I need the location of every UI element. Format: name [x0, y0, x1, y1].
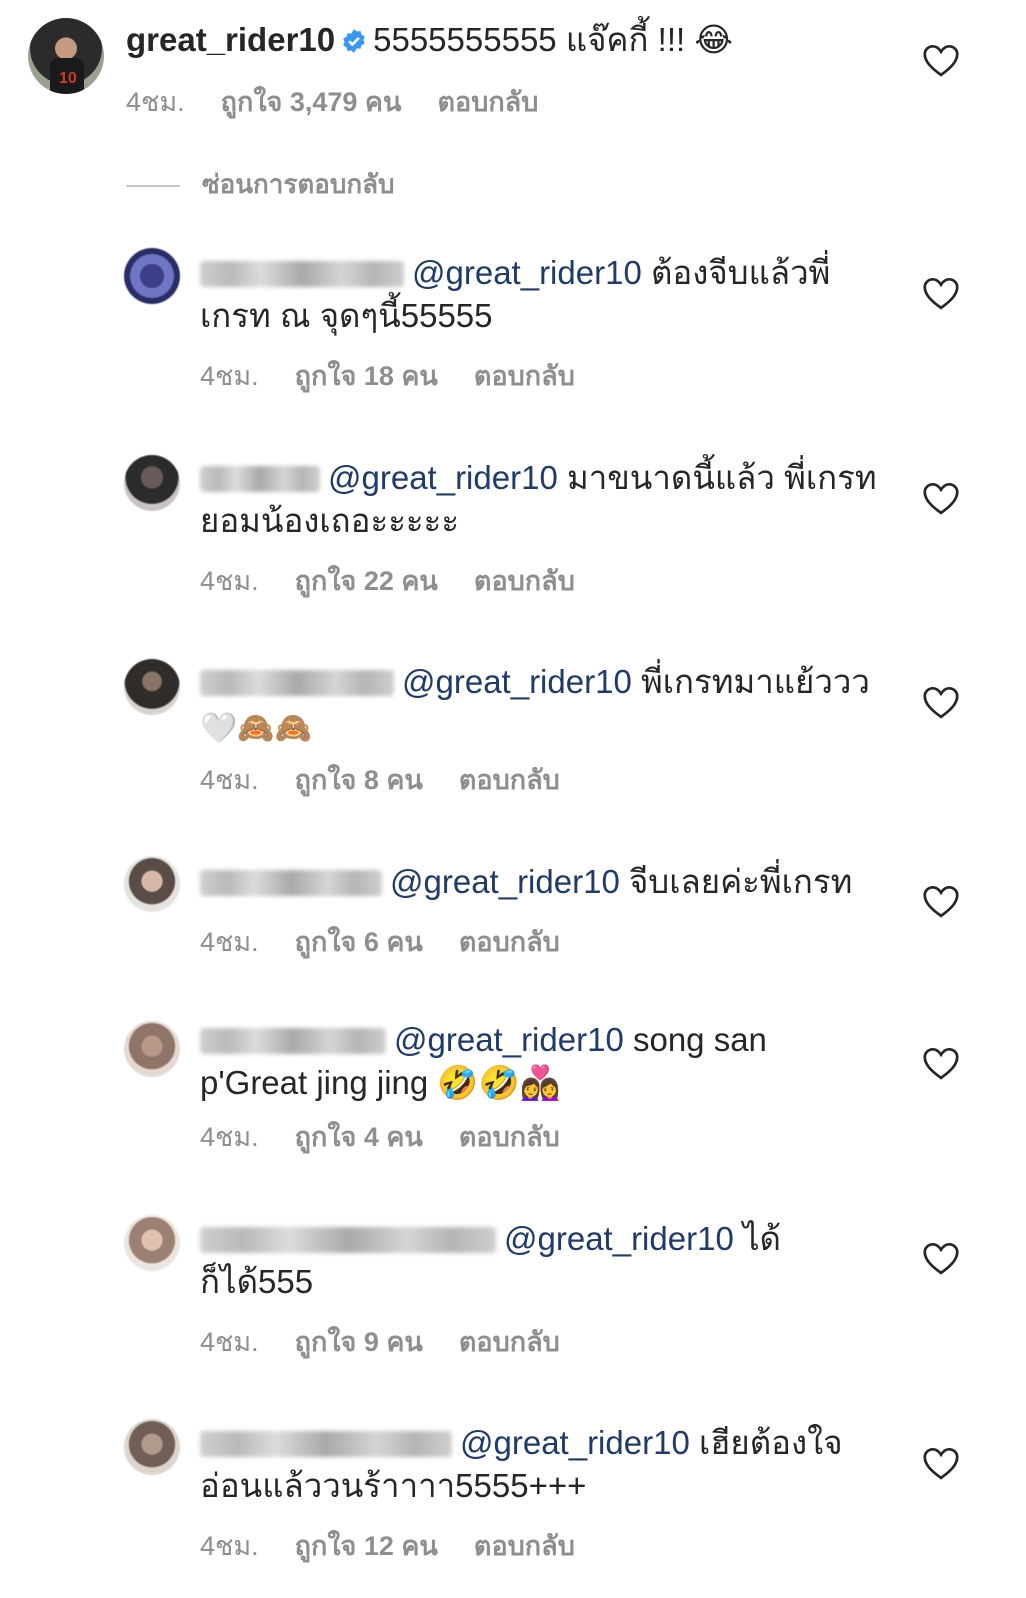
- avatar[interactable]: [124, 856, 180, 912]
- reply-button[interactable]: ตอบกลับ: [474, 566, 575, 596]
- comment-text: มาขนาดนี้แล้ว พี่เกรท: [557, 459, 877, 496]
- mention-link[interactable]: @great_rider10: [402, 663, 632, 700]
- likes-count[interactable]: ถูกใจ 3,479 คน: [221, 87, 402, 117]
- comment-text: ต้องจีบแล้วพี่: [641, 254, 831, 291]
- reply-button[interactable]: ตอบกลับ: [474, 361, 575, 391]
- timestamp: 4ชม.: [200, 566, 259, 596]
- comment-meta: 4ชม. ถูกใจ 9 คน ตอบกลับ: [200, 1320, 596, 1363]
- avatar[interactable]: [124, 659, 180, 715]
- avatar[interactable]: 10: [28, 18, 104, 94]
- blurred-username: [200, 466, 320, 492]
- heart-icon[interactable]: [922, 686, 960, 720]
- reply-button[interactable]: ตอบกลับ: [474, 1531, 575, 1561]
- hide-replies-button[interactable]: ซ่อนการตอบกลับ: [126, 164, 395, 205]
- heart-icon[interactable]: [922, 482, 960, 516]
- timestamp: 4ชม.: [126, 87, 185, 117]
- avatar[interactable]: [124, 455, 180, 511]
- heart-icon[interactable]: [922, 1242, 960, 1276]
- blurred-username: [200, 870, 382, 896]
- comment-body: @great_rider10 จีบเลยค่ะพี่เกรท: [200, 860, 900, 903]
- emoji-line: 🤍🙈🙈: [200, 711, 313, 746]
- avatar[interactable]: [124, 248, 180, 304]
- timestamp: 4ชม.: [200, 361, 259, 391]
- comment-body: @great_rider10 ต้องจีบแล้วพี่เกรท ณ จุดๆ…: [200, 251, 900, 337]
- reply-button[interactable]: ตอบกลับ: [437, 87, 538, 117]
- comment-text-line2: ยอมน้องเถอะะะะะ: [200, 502, 460, 539]
- likes-count[interactable]: ถูกใจ 9 คน: [295, 1327, 423, 1357]
- mention-link[interactable]: @great_rider10: [412, 254, 642, 291]
- blurred-username: [200, 670, 394, 696]
- comment-text: จีบเลยค่ะพี่เกรท: [619, 863, 853, 900]
- comment-text: song san: [623, 1021, 767, 1058]
- comment-meta: 4ชม. ถูกใจ 8 คน ตอบกลับ: [200, 758, 596, 801]
- comment-meta: 4ชม. ถูกใจ 18 คน ตอบกลับ: [200, 354, 611, 397]
- likes-count[interactable]: ถูกใจ 6 คน: [295, 927, 423, 957]
- heart-icon[interactable]: [922, 44, 960, 78]
- likes-count[interactable]: ถูกใจ 18 คน: [295, 361, 438, 391]
- avatar[interactable]: [124, 1215, 180, 1271]
- likes-count[interactable]: ถูกใจ 8 คน: [295, 765, 423, 795]
- blurred-username: [200, 1227, 496, 1253]
- comment-body: @great_rider10 ได้ก็ได้555: [200, 1217, 900, 1303]
- reply-button[interactable]: ตอบกลับ: [459, 1327, 560, 1357]
- timestamp: 4ชม.: [200, 765, 259, 795]
- blurred-username: [200, 261, 404, 287]
- comment-text-line2: ก็ได้555: [200, 1263, 314, 1300]
- comment-text-line2: p'Great jing jing 🤣🤣👩‍❤️‍👩: [200, 1064, 561, 1101]
- comment-text-line2: อ่อนแล้ววนร้าาาา5555+++: [200, 1467, 587, 1504]
- comment-text: เฮียต้องใจ: [689, 1424, 843, 1461]
- mention-link[interactable]: @great_rider10: [394, 1021, 624, 1058]
- comment-text: พี่เกรทมาแย้ววว: [631, 663, 870, 700]
- hide-replies-label: ซ่อนการตอบกลับ: [202, 169, 395, 199]
- comment-body: great_rider10 5555555555 แจ๊คกี้ !!! 😂: [126, 18, 733, 61]
- comment-body: @great_rider10 มาขนาดนี้แล้ว พี่เกรทยอมน…: [200, 456, 900, 542]
- comment-meta: 4ชม. ถูกใจ 22 คน ตอบกลับ: [200, 559, 611, 602]
- avatar-number: 10: [59, 70, 77, 87]
- likes-count[interactable]: ถูกใจ 22 คน: [295, 566, 438, 596]
- comment-body: @great_rider10 เฮียต้องใจอ่อนแล้ววนร้าาา…: [200, 1421, 900, 1507]
- avatar[interactable]: [124, 1021, 180, 1077]
- heart-icon[interactable]: [922, 277, 960, 311]
- mention-link[interactable]: @great_rider10: [460, 1424, 690, 1461]
- comment-meta: 4ชม. ถูกใจ 3,479 คน ตอบกลับ: [126, 80, 574, 123]
- comment-text: ได้: [733, 1220, 781, 1257]
- heart-icon[interactable]: [922, 885, 960, 919]
- timestamp: 4ชม.: [200, 1122, 259, 1152]
- blurred-username: [200, 1431, 452, 1457]
- likes-count[interactable]: ถูกใจ 12 คน: [295, 1531, 438, 1561]
- heart-icon[interactable]: [922, 1447, 960, 1481]
- reply-button[interactable]: ตอบกลับ: [459, 1122, 560, 1152]
- comment-meta: 4ชม. ถูกใจ 4 คน ตอบกลับ: [200, 1115, 596, 1158]
- comment-meta: 4ชม. ถูกใจ 6 คน ตอบกลับ: [200, 920, 596, 963]
- reply-button[interactable]: ตอบกลับ: [459, 927, 560, 957]
- comment-body: @great_rider10 song san p'Great jing jing…: [200, 1018, 900, 1104]
- heart-icon[interactable]: [922, 1047, 960, 1081]
- likes-count[interactable]: ถูกใจ 4 คน: [295, 1122, 423, 1152]
- timestamp: 4ชม.: [200, 1531, 259, 1561]
- timestamp: 4ชม.: [200, 927, 259, 957]
- username[interactable]: great_rider10: [126, 21, 335, 58]
- comment-text-line2: เกรท ณ จุดๆนี้55555: [200, 297, 493, 334]
- verified-badge-icon: [343, 29, 365, 53]
- comment-meta: 4ชม. ถูกใจ 12 คน ตอบกลับ: [200, 1524, 611, 1567]
- comment-body: @great_rider10 พี่เกรทมาแย้ววว 🤍🙈🙈: [200, 660, 900, 750]
- avatar[interactable]: [124, 1419, 180, 1475]
- reply-button[interactable]: ตอบกลับ: [459, 765, 560, 795]
- blurred-username: [200, 1028, 386, 1054]
- comment-text: 5555555555 แจ๊คกี้ !!! 😂: [373, 21, 733, 58]
- mention-link[interactable]: @great_rider10: [328, 459, 558, 496]
- timestamp: 4ชม.: [200, 1327, 259, 1357]
- mention-link[interactable]: @great_rider10: [390, 863, 620, 900]
- mention-link[interactable]: @great_rider10: [504, 1220, 734, 1257]
- divider-line: [126, 185, 180, 188]
